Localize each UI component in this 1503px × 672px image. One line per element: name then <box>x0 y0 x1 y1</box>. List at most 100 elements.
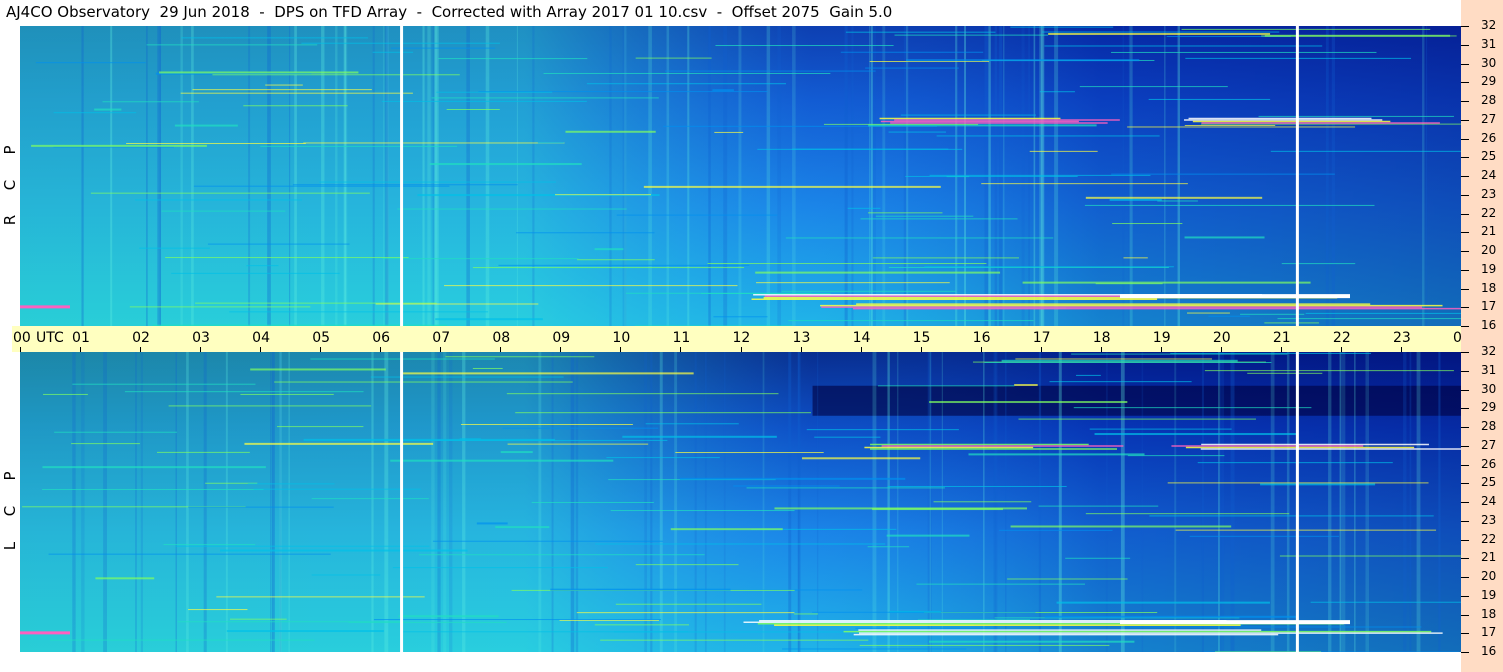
interference-line <box>72 383 256 385</box>
vertical-streak <box>887 352 890 652</box>
polarization-letter: P <box>1 145 19 155</box>
interference-line <box>124 391 364 393</box>
utc-tick-label: 13 <box>792 330 811 346</box>
vertical-streak <box>270 352 272 652</box>
vertical-streak <box>648 26 652 326</box>
interference-line <box>1010 26 1114 28</box>
interference-line <box>924 266 1174 268</box>
utc-tick-label: 19 <box>1152 330 1171 346</box>
lcp-spectrogram <box>20 352 1461 652</box>
interference-line <box>906 59 1140 62</box>
interference-line <box>1022 281 1311 284</box>
interference-line <box>498 264 750 266</box>
interference-line <box>600 639 869 641</box>
interference-line <box>1260 483 1376 486</box>
interference-line <box>1148 98 1271 100</box>
bright-band <box>1188 117 1372 120</box>
rcp-spectrogram <box>20 26 1461 326</box>
interference-line <box>782 648 967 650</box>
vertical-streak <box>1105 352 1108 652</box>
interference-line <box>565 130 656 133</box>
interference-line <box>1076 374 1101 376</box>
interference-line <box>1111 51 1377 53</box>
interference-line <box>543 72 831 74</box>
interference-line <box>875 215 974 217</box>
interference-line <box>50 639 315 641</box>
interference-line <box>1094 433 1297 436</box>
vertical-streak <box>81 26 84 326</box>
utc-tick-mark <box>800 347 802 352</box>
interference-line <box>175 545 430 547</box>
interference-line <box>576 612 795 614</box>
frequency-tick-mark <box>1461 483 1469 485</box>
interference-line <box>867 546 910 548</box>
vertical-streak <box>485 26 490 326</box>
interference-line <box>1189 535 1339 537</box>
frequency-tick-mark <box>1461 44 1469 46</box>
bright-band <box>821 306 1423 308</box>
vertical-streak <box>1174 352 1177 652</box>
interference-line <box>1127 455 1225 457</box>
interference-line <box>606 457 720 459</box>
interference-line <box>311 574 381 576</box>
interference-line <box>319 181 556 183</box>
frequency-tick-label: 28 <box>1481 419 1497 433</box>
vertical-streak <box>1422 26 1425 326</box>
utc-tick-label: 12 <box>732 330 751 346</box>
frequency-tick-label: 28 <box>1481 93 1497 107</box>
interference-line <box>1184 236 1265 239</box>
vertical-streak <box>321 26 325 326</box>
interference-line <box>1089 428 1232 430</box>
interference-line <box>814 436 881 438</box>
utc-tick-mark <box>1040 347 1042 352</box>
utc-tick-label: 09 <box>552 330 571 346</box>
interference-line <box>226 630 384 633</box>
interference-line <box>887 485 1067 487</box>
frequency-tick-mark <box>1461 194 1469 196</box>
vertical-streak <box>1409 352 1412 652</box>
vertical-streak <box>704 352 707 652</box>
frequency-tick-label: 19 <box>1481 587 1497 602</box>
utc-tick-label: 22 <box>1332 330 1351 346</box>
frequency-tick-mark <box>1461 445 1469 447</box>
interference-line <box>1264 322 1319 324</box>
interference-line <box>174 124 238 127</box>
frequency-tick-mark <box>1461 213 1469 215</box>
interference-line <box>102 101 199 103</box>
vertical-streak <box>384 352 389 652</box>
interference-line <box>1184 124 1276 126</box>
interference-line <box>435 318 543 321</box>
vertical-streak <box>431 352 435 652</box>
utc-tick-label: 02 <box>132 330 150 346</box>
interference-line <box>375 303 539 305</box>
interference-line <box>714 131 744 133</box>
utc-tick-mark <box>1160 347 1162 352</box>
interference-line <box>675 452 824 454</box>
vertical-streak <box>516 26 518 326</box>
vertical-streak <box>427 26 431 326</box>
interference-line <box>432 540 663 542</box>
interference-line <box>1310 601 1461 603</box>
interference-line <box>229 311 489 313</box>
interference-line <box>635 564 739 566</box>
interference-line <box>373 619 661 621</box>
frequency-tick-mark <box>1461 558 1469 560</box>
vertical-streak <box>443 352 447 652</box>
interference-line <box>1240 313 1305 315</box>
interference-line <box>372 51 414 53</box>
interference-line <box>594 624 690 626</box>
utc-tick-mark <box>200 347 202 352</box>
vertical-streak <box>1416 352 1421 652</box>
interference-line <box>1038 505 1159 507</box>
interference-line <box>1208 315 1250 317</box>
utc-tick-label: 21 <box>1272 330 1291 346</box>
interference-line <box>419 554 705 556</box>
vertical-streak <box>1177 26 1181 326</box>
interference-line <box>1197 462 1393 464</box>
interference-line <box>1049 381 1192 383</box>
utc-tick-label: 23 <box>1392 330 1411 346</box>
bright-band <box>858 629 1262 631</box>
data-gap-line <box>400 26 404 326</box>
utc-tick-mark <box>1220 347 1222 352</box>
interference-line <box>1079 86 1228 88</box>
